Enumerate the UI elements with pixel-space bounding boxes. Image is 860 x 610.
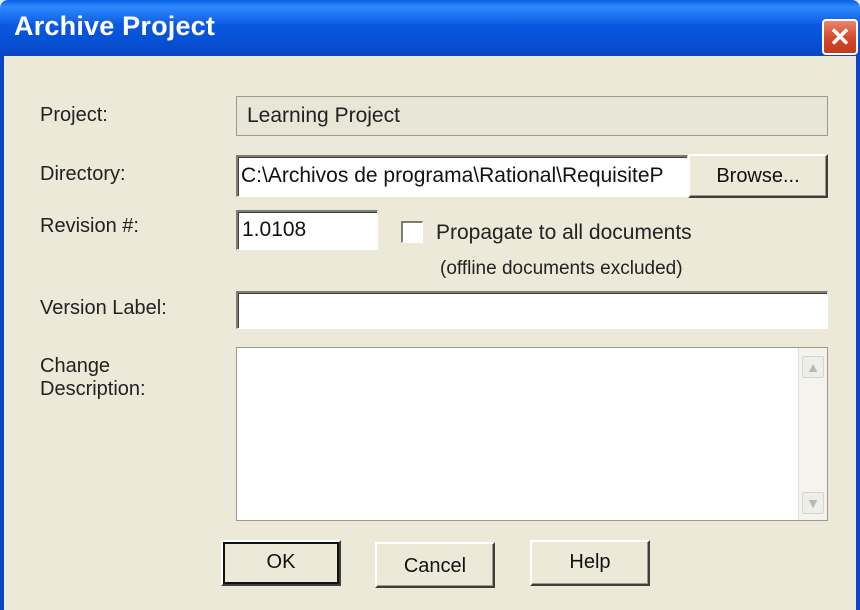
scroll-up-button[interactable]: ▲ <box>802 356 824 378</box>
help-button[interactable]: Help <box>530 540 650 586</box>
window-title: Archive Project <box>14 11 216 41</box>
scroll-down-icon: ▼ <box>806 495 820 511</box>
version-label-input[interactable] <box>236 291 828 329</box>
revision-input[interactable]: 1.0108 <box>236 210 378 250</box>
scroll-up-icon: ▲ <box>806 359 820 375</box>
textarea-scrollbar[interactable]: ▲ ▼ <box>798 348 827 520</box>
close-button[interactable]: ✕ <box>822 19 858 55</box>
propagate-label[interactable]: Propagate to all documents <box>436 221 692 245</box>
cancel-button[interactable]: Cancel <box>375 542 495 588</box>
window-frame-left <box>0 56 4 610</box>
directory-input[interactable]: C:\Archivos de programa\Rational\Requisi… <box>236 155 688 197</box>
project-label: Project: <box>40 104 108 126</box>
archive-project-dialog: Archive Project ✕ Project: Learning Proj… <box>0 0 860 610</box>
browse-button[interactable]: Browse... <box>688 154 828 198</box>
scroll-down-button[interactable]: ▼ <box>802 492 824 514</box>
propagate-note: (offline documents excluded) <box>440 258 683 279</box>
change-label-line2: Description: <box>40 378 146 400</box>
ok-button[interactable]: OK <box>221 540 341 586</box>
window-frame-right <box>856 56 860 610</box>
change-label-line1: Change <box>40 355 111 377</box>
project-field: Learning Project <box>236 96 828 136</box>
version-label-label: Version Label: <box>40 297 167 319</box>
propagate-checkbox[interactable] <box>401 221 423 243</box>
title-bar[interactable]: Archive Project ✕ <box>0 0 860 56</box>
close-icon: ✕ <box>829 22 851 52</box>
directory-label: Directory: <box>40 163 126 185</box>
change-description-textarea[interactable]: ▲ ▼ <box>236 347 828 521</box>
revision-label: Revision #: <box>40 215 139 237</box>
